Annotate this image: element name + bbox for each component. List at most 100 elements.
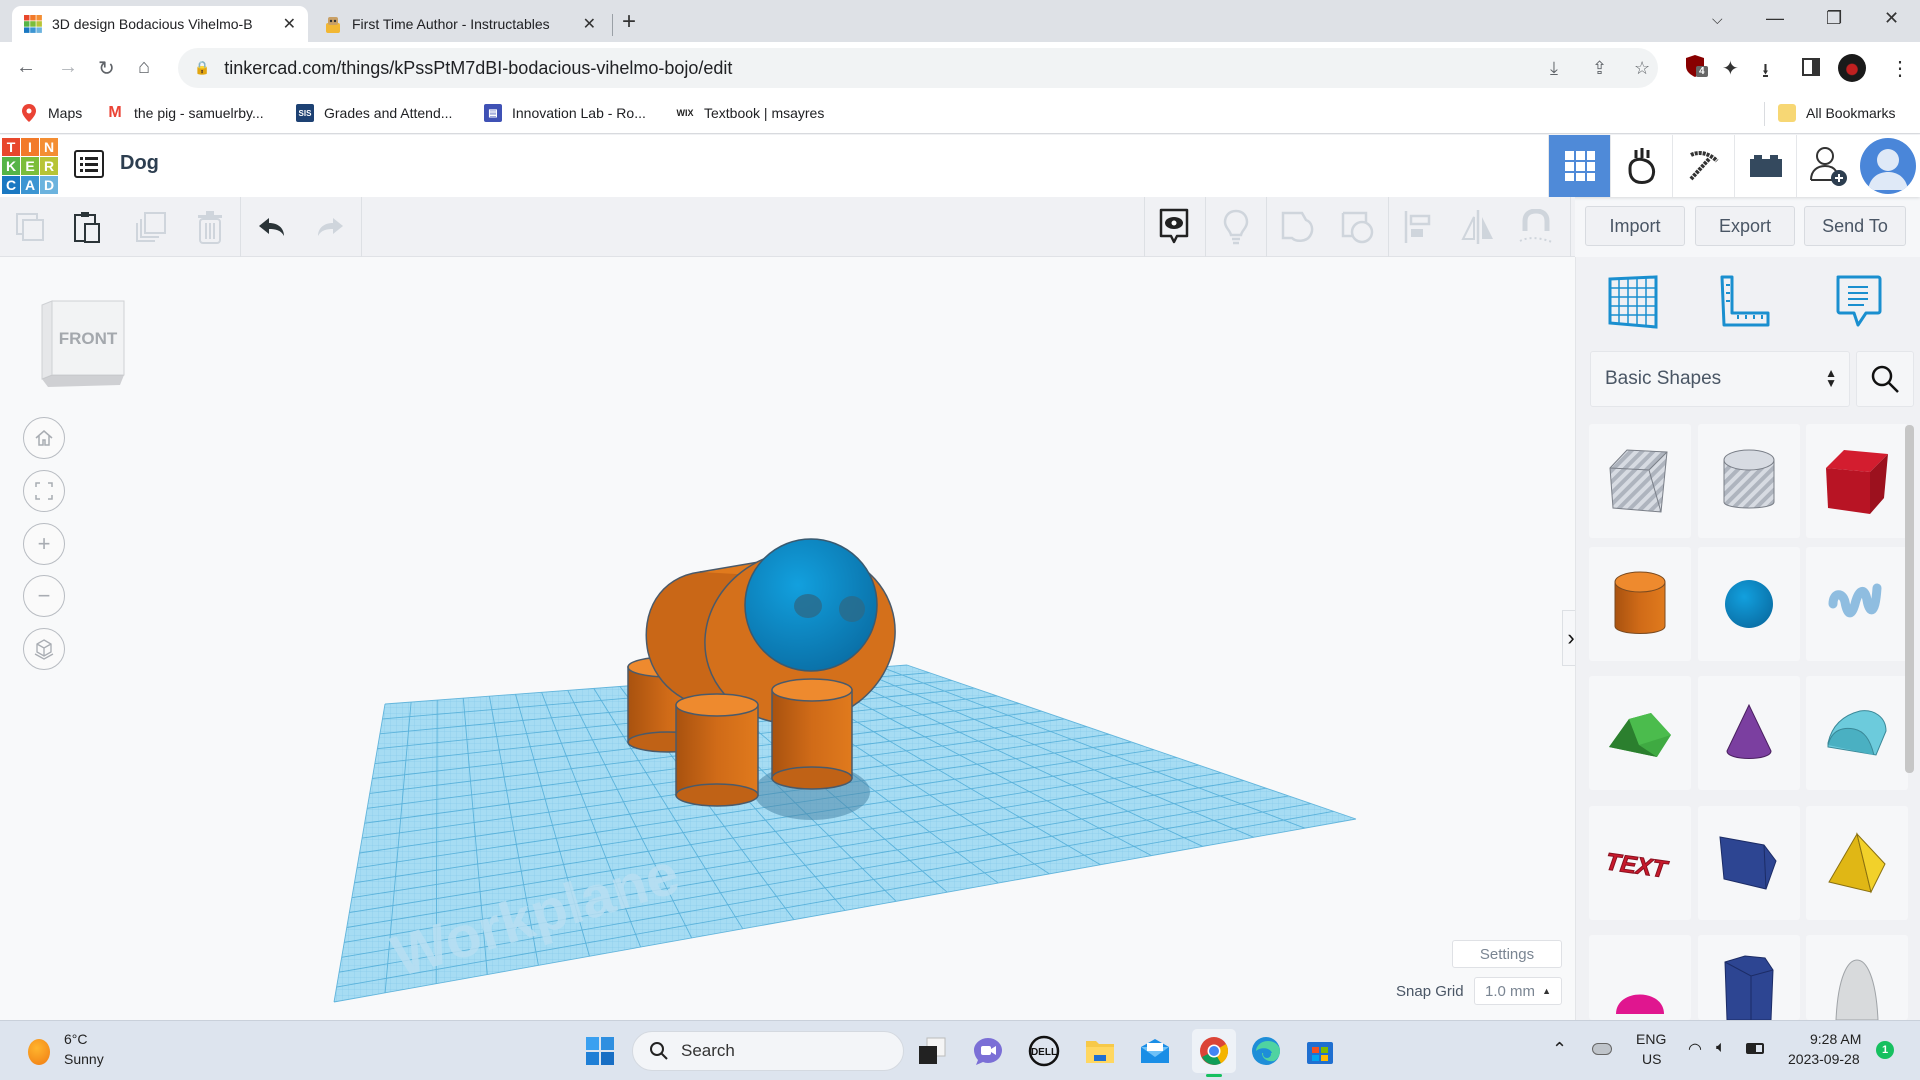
bookmark-textbook[interactable]: WIX Textbook | msayres (676, 104, 825, 122)
store-button[interactable] (1302, 1033, 1338, 1069)
import-button[interactable]: Import (1585, 206, 1685, 246)
align-button[interactable] (1398, 207, 1438, 247)
zoom-in-button[interactable]: + (23, 523, 65, 565)
language-indicator[interactable]: ENG (1636, 1031, 1666, 1047)
teams-chat-button[interactable] (970, 1033, 1006, 1069)
design-list-icon[interactable] (74, 150, 104, 178)
side-panel-icon[interactable] (1802, 58, 1820, 76)
restore-icon[interactable]: ❐ (1826, 8, 1842, 29)
3d-viewport[interactable]: Workplane FRONT + − Settings Snap Grid 1… (0, 257, 1575, 1020)
blocks-button[interactable] (1672, 135, 1734, 197)
region-indicator[interactable]: US (1642, 1051, 1661, 1067)
home-view-button[interactable] (23, 417, 65, 459)
mail-button[interactable] (1137, 1033, 1173, 1069)
ungroup-button[interactable] (1338, 207, 1378, 247)
profile-avatar[interactable] (1838, 54, 1866, 82)
all-bookmarks-button[interactable]: All Bookmarks (1778, 104, 1895, 122)
share-icon[interactable]: ⇪ (1592, 58, 1607, 79)
downloads-icon[interactable]: ⭳ (1762, 56, 1769, 90)
undo-button[interactable] (252, 207, 292, 247)
shape-roof[interactable] (1589, 676, 1691, 790)
clock-date[interactable]: 2023-09-28 (1788, 1051, 1860, 1067)
dell-app-button[interactable]: DELL (1026, 1033, 1062, 1069)
forward-icon[interactable]: → (58, 56, 78, 79)
shape-half-sphere[interactable] (1589, 935, 1691, 1020)
shape-polygon[interactable] (1698, 806, 1800, 920)
settings-button[interactable]: Settings (1452, 940, 1562, 968)
start-button[interactable] (582, 1033, 618, 1069)
edge-button[interactable] (1248, 1033, 1284, 1069)
workplane-tool-button[interactable] (1606, 273, 1662, 329)
leg-front-left[interactable] (675, 693, 759, 807)
delete-button[interactable] (190, 207, 230, 247)
home-icon[interactable]: ⌂ (138, 56, 150, 79)
shape-box[interactable] (1806, 424, 1908, 538)
back-icon[interactable]: ← (16, 56, 36, 79)
shape-cone[interactable] (1698, 676, 1800, 790)
shape-text[interactable]: TEXT (1589, 806, 1691, 920)
extensions-puzzle-icon[interactable]: ✦ (1722, 56, 1739, 81)
shape-paraboloid[interactable] (1806, 935, 1908, 1020)
bookmark-innovation-lab[interactable]: ▤ Innovation Lab - Ro... (484, 104, 646, 122)
duplicate-button[interactable] (130, 207, 170, 247)
panel-scrollbar[interactable] (1905, 425, 1914, 773)
scene-canvas[interactable]: Workplane (0, 257, 1575, 1020)
export-button[interactable]: Export (1695, 206, 1795, 246)
design-title[interactable]: Dog (120, 152, 159, 175)
new-tab-button[interactable]: + (622, 8, 636, 36)
group-button[interactable] (1278, 207, 1318, 247)
address-bar[interactable]: 🔒 tinkercad.com/things/kPssPtM7dBI-bodac… (178, 48, 1658, 88)
invite-user-button[interactable] (1796, 135, 1858, 197)
shape-library-select[interactable]: Basic Shapes ▲ ▼ (1590, 351, 1850, 407)
tinkercad-logo[interactable]: T I N K E R C A D (2, 138, 58, 194)
task-view-button[interactable] (914, 1033, 950, 1069)
chrome-taskbar-button[interactable] (1192, 1029, 1236, 1077)
redo-button[interactable] (310, 207, 350, 247)
notes-visibility-button[interactable] (1154, 207, 1194, 247)
weather-desc[interactable]: Sunny (64, 1051, 104, 1067)
shape-hexagonal-prism[interactable] (1698, 935, 1800, 1020)
onedrive-cloud-icon[interactable] (1592, 1043, 1612, 1055)
tab-search-chevron-icon[interactable]: ⌵ (1712, 11, 1723, 28)
file-explorer-button[interactable] (1082, 1033, 1118, 1069)
head-sphere[interactable] (744, 538, 878, 672)
bookmark-maps[interactable]: Maps (20, 104, 82, 122)
3d-view-button[interactable] (1548, 135, 1610, 197)
weather-sun-icon[interactable] (28, 1039, 50, 1065)
close-tab-icon[interactable]: ✕ (283, 14, 296, 34)
shape-scribble[interactable] (1806, 547, 1908, 661)
taskbar-search-box[interactable]: Search (632, 1031, 904, 1071)
reload-icon[interactable]: ↻ (98, 56, 115, 81)
shape-round-roof[interactable] (1806, 676, 1908, 790)
ruler-tool-button[interactable] (1718, 273, 1774, 329)
leg-front-right[interactable] (771, 678, 853, 790)
snap-grid-select[interactable]: 1.0 mm ▲ (1474, 977, 1562, 1005)
url-text[interactable]: tinkercad.com/things/kPssPtM7dBI-bodacio… (224, 58, 732, 79)
ublock-extension-icon[interactable]: 4 (1684, 54, 1708, 80)
battery-icon[interactable] (1746, 1043, 1764, 1054)
install-app-icon[interactable]: ⤓ (1550, 58, 1558, 79)
minimize-icon[interactable]: — (1766, 8, 1784, 29)
notification-badge[interactable]: 1 (1876, 1041, 1894, 1059)
shape-search-button[interactable] (1856, 351, 1914, 407)
shape-box-hole[interactable] (1589, 424, 1691, 538)
ortho-view-button[interactable] (23, 628, 65, 670)
cruise-button[interactable] (1516, 207, 1556, 247)
bookmark-star-icon[interactable]: ☆ (1634, 58, 1650, 79)
volume-icon[interactable]: 🔈︎ (1716, 1039, 1726, 1057)
shape-cylinder[interactable] (1589, 547, 1691, 661)
close-tab-icon[interactable]: ✕ (583, 14, 596, 34)
tab-tinkercad-design[interactable]: 3D design Bodacious Vihelmo-B ✕ (12, 6, 308, 42)
paste-button[interactable] (68, 207, 108, 247)
copy-button[interactable] (10, 207, 50, 247)
collapse-panel-button[interactable]: › (1562, 610, 1575, 666)
show-all-button[interactable] (1216, 207, 1256, 247)
weather-temp[interactable]: 6°C (64, 1031, 88, 1047)
show-hidden-icons-chevron[interactable]: ⌃ (1552, 1039, 1567, 1060)
tab-instructables[interactable]: First Time Author - Instructables ✕ (312, 6, 608, 42)
zoom-out-button[interactable]: − (23, 575, 65, 617)
view-cube[interactable]: FRONT (38, 299, 128, 389)
user-avatar[interactable] (1860, 138, 1916, 194)
bricks-button[interactable] (1734, 135, 1796, 197)
close-window-icon[interactable]: ✕ (1884, 8, 1899, 29)
